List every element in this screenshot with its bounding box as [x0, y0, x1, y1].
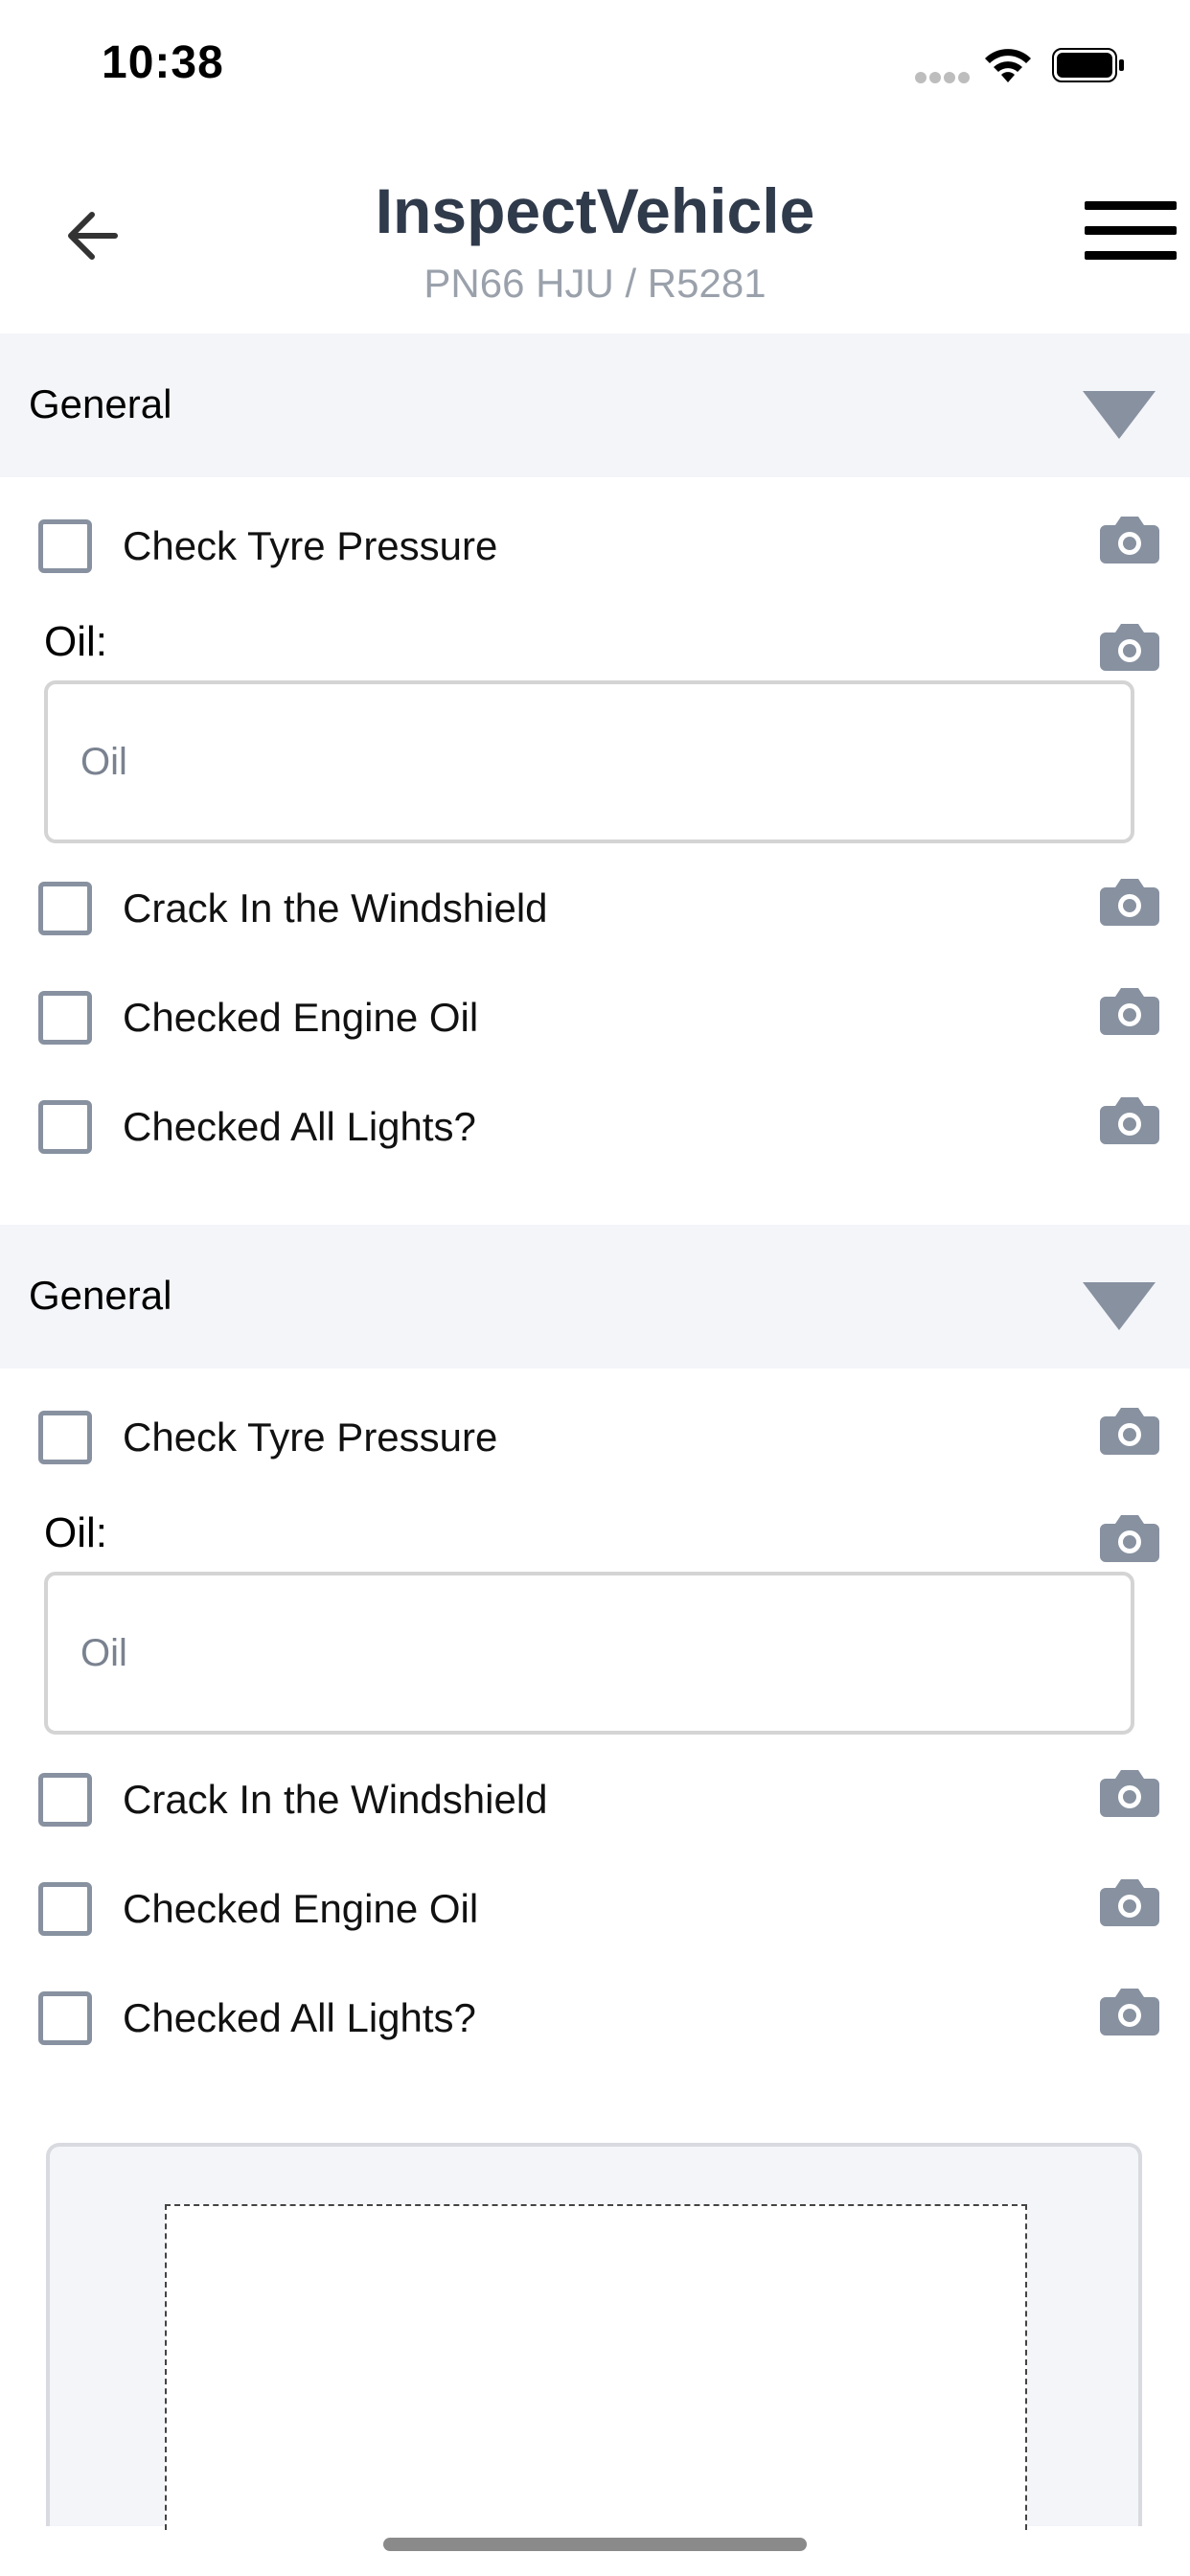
checklist-row: Check Tyre Pressure: [0, 508, 1190, 585]
status-bar: 10:38: [0, 0, 1190, 134]
checkbox[interactable]: [38, 1773, 92, 1827]
checkbox[interactable]: [38, 1411, 92, 1464]
checklist-row: Checked Engine Oil: [0, 979, 1190, 1056]
checklist-row: Checked All Lights?: [0, 1089, 1190, 1165]
checkbox[interactable]: [38, 882, 92, 935]
camera-icon[interactable]: [1098, 1986, 1161, 2037]
camera-icon[interactable]: [1098, 621, 1161, 673]
menu-button[interactable]: [1085, 194, 1177, 268]
checklist-label: Checked Engine Oil: [123, 995, 479, 1040]
camera-icon[interactable]: [1098, 1876, 1161, 1928]
home-indicator[interactable]: [383, 2538, 807, 2551]
camera-icon[interactable]: [1098, 1767, 1161, 1819]
checklist-row: Crack In the Windshield: [0, 870, 1190, 947]
page-title: InspectVehicle: [375, 175, 815, 246]
checklist-row: Checked Engine Oil: [0, 1871, 1190, 1947]
checklist-label: Check Tyre Pressure: [123, 1414, 498, 1460]
camera-icon[interactable]: [1098, 514, 1161, 565]
triangle-down-icon[interactable]: [1083, 391, 1156, 439]
menu-line: [1085, 226, 1177, 235]
checklist-label: Checked All Lights?: [123, 1104, 476, 1149]
checklist-label: Check Tyre Pressure: [123, 523, 498, 568]
signature-card: [46, 2143, 1142, 2530]
triangle-down-icon[interactable]: [1083, 1282, 1156, 1330]
camera-icon[interactable]: [1098, 1512, 1161, 1564]
section-title: General: [29, 1273, 172, 1318]
menu-line: [1085, 201, 1177, 210]
signature-pad[interactable]: [165, 2204, 1027, 2530]
checklist-row: Crack In the Windshield: [0, 1761, 1190, 1838]
oil-input[interactable]: [44, 1572, 1134, 1735]
vehicle-subtitle: PN66 HJU / R5281: [423, 261, 767, 306]
checklist-label: Checked Engine Oil: [123, 1886, 479, 1931]
camera-icon[interactable]: [1098, 1405, 1161, 1457]
checkbox[interactable]: [38, 1100, 92, 1154]
section-title: General: [29, 381, 172, 426]
camera-icon[interactable]: [1098, 985, 1161, 1037]
checkbox[interactable]: [38, 1882, 92, 1936]
cellular-signal-icon: [915, 71, 973, 88]
menu-line: [1085, 251, 1177, 260]
camera-icon[interactable]: [1098, 1094, 1161, 1146]
checklist-label: Checked All Lights?: [123, 1995, 476, 2040]
oil-label: Oil:: [44, 618, 107, 665]
oil-label: Oil:: [44, 1509, 107, 1556]
checklist-label: Crack In the Windshield: [123, 886, 548, 931]
checklist-row: Checked All Lights?: [0, 1980, 1190, 2057]
section-header-general[interactable]: General: [0, 334, 1190, 477]
camera-icon[interactable]: [1098, 876, 1161, 928]
checkbox[interactable]: [38, 1991, 92, 2045]
battery-icon: [1052, 48, 1124, 82]
checklist-row: Check Tyre Pressure: [0, 1399, 1190, 1476]
checklist-label: Crack In the Windshield: [123, 1777, 548, 1822]
status-time: 10:38: [102, 37, 224, 88]
checkbox[interactable]: [38, 991, 92, 1045]
wifi-icon: [985, 49, 1031, 82]
checkbox[interactable]: [38, 519, 92, 573]
section-header-general[interactable]: General: [0, 1225, 1190, 1368]
oil-input[interactable]: [44, 680, 1134, 843]
